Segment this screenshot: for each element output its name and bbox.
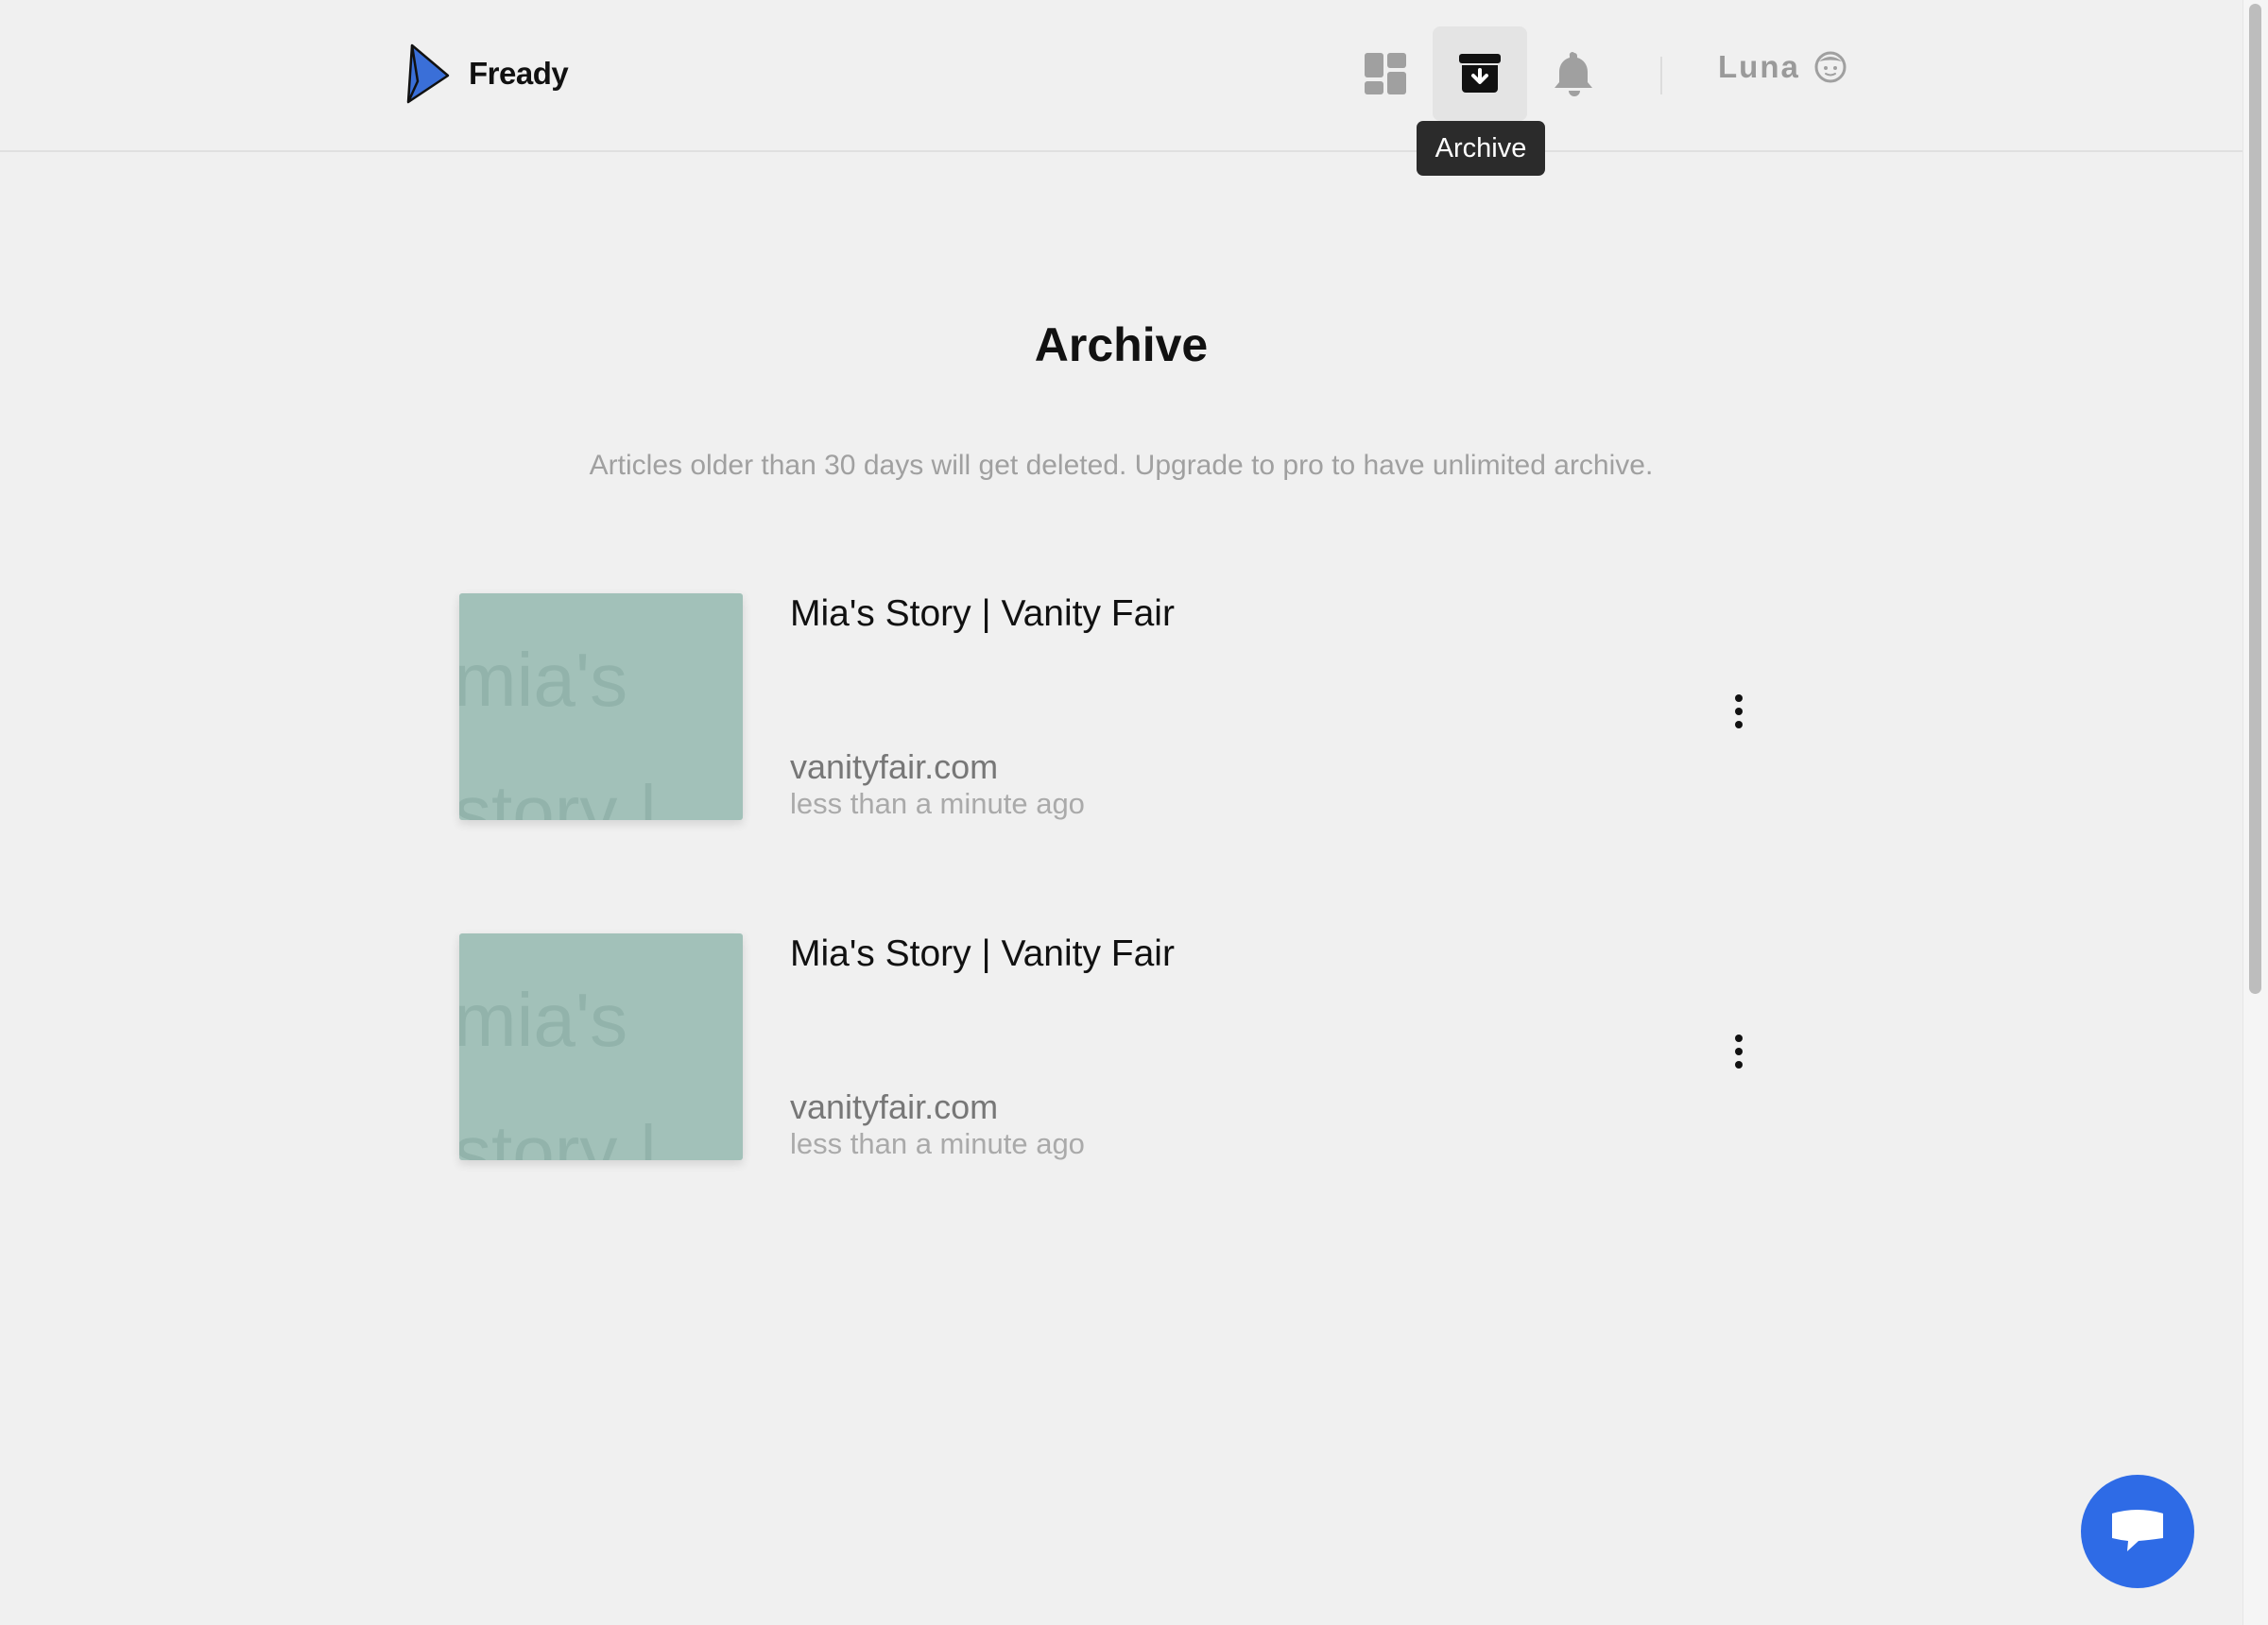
logo-text: Fready bbox=[469, 56, 569, 91]
article-title[interactable]: Mia's Story | Vanity Fair bbox=[790, 593, 1175, 635]
article-thumbnail[interactable]: mia's story | bbox=[459, 933, 743, 1160]
nav-archive-button[interactable] bbox=[1433, 26, 1527, 121]
header-divider bbox=[1660, 57, 1662, 94]
chat-support-button[interactable] bbox=[2081, 1475, 2194, 1588]
thumbnail-text: mia's story | bbox=[459, 978, 659, 1160]
kebab-dot bbox=[1735, 1061, 1743, 1069]
nav-notifications-button[interactable] bbox=[1527, 26, 1622, 121]
scrollbar-thumb[interactable] bbox=[2249, 4, 2261, 994]
dashboard-icon bbox=[1365, 53, 1406, 94]
article-domain: vanityfair.com bbox=[790, 747, 999, 786]
more-options-icon[interactable] bbox=[1720, 1028, 1758, 1075]
kebab-dot bbox=[1735, 694, 1743, 702]
archive-tooltip: Archive bbox=[1417, 121, 1545, 176]
page: Fready Luna Archive Archive Articles old… bbox=[0, 0, 2268, 1625]
fready-logo-icon bbox=[406, 43, 450, 104]
nav-dashboard-button[interactable] bbox=[1338, 26, 1433, 121]
top-navbar: Fready Luna bbox=[0, 0, 2242, 152]
user-name: Luna bbox=[1718, 49, 1800, 84]
kebab-dot bbox=[1735, 708, 1743, 715]
user-menu[interactable]: Luna bbox=[1718, 49, 1847, 85]
kebab-dot bbox=[1735, 721, 1743, 728]
kebab-dot bbox=[1735, 1035, 1743, 1042]
archive-icon bbox=[1459, 54, 1501, 93]
kebab-dot bbox=[1735, 1048, 1743, 1055]
thumbnail-text: mia's story | bbox=[459, 638, 659, 820]
bell-icon bbox=[1555, 52, 1592, 96]
article-item[interactable]: mia's story | Mia's Story | Vanity Fair … bbox=[459, 933, 1782, 1160]
article-item[interactable]: mia's story | Mia's Story | Vanity Fair … bbox=[459, 593, 1782, 820]
article-domain: vanityfair.com bbox=[790, 1087, 999, 1126]
user-avatar-icon bbox=[1814, 51, 1847, 83]
page-title: Archive bbox=[1034, 318, 1209, 371]
chat-icon bbox=[2112, 1510, 2163, 1551]
more-options-icon[interactable] bbox=[1720, 688, 1758, 735]
archive-notice: Articles older than 30 days will get del… bbox=[589, 450, 1654, 481]
logo[interactable]: Fready bbox=[404, 43, 569, 104]
article-title[interactable]: Mia's Story | Vanity Fair bbox=[790, 933, 1175, 975]
article-timestamp: less than a minute ago bbox=[790, 1127, 1085, 1160]
article-timestamp: less than a minute ago bbox=[790, 787, 1085, 820]
article-thumbnail[interactable]: mia's story | bbox=[459, 593, 743, 820]
